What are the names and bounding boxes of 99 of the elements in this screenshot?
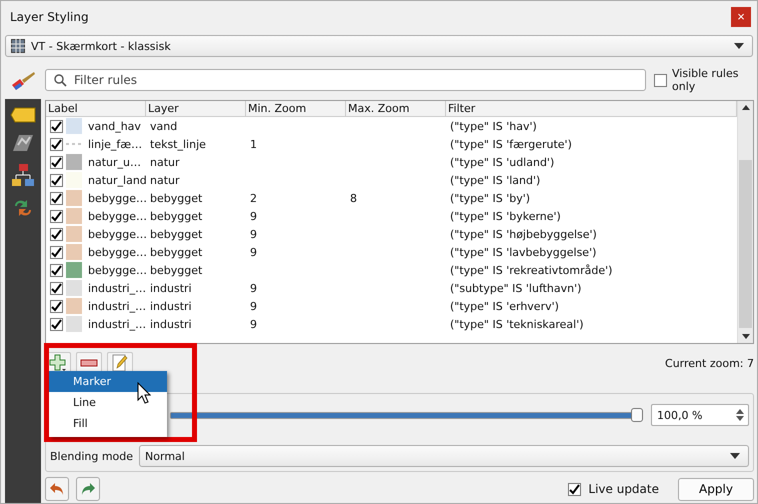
table-cell-text: bebygget	[149, 210, 204, 222]
table-cell: industri_…	[88, 300, 146, 312]
checkbox[interactable]	[654, 74, 667, 86]
checkbox[interactable]	[50, 138, 63, 150]
redo-button[interactable]	[76, 477, 100, 501]
column-header[interactable]: Max. Zoom	[346, 101, 446, 116]
table-cell-text: bebygget	[149, 228, 204, 240]
table-cell: linje_fæ…	[88, 138, 142, 150]
table-cell: natur_u…	[88, 156, 141, 168]
up-arrow-icon[interactable]	[742, 105, 750, 110]
checkbox[interactable]	[50, 210, 63, 222]
label-icon[interactable]	[10, 107, 36, 123]
table-cell-text: ("type" IS 'hav')	[449, 120, 538, 132]
menu-item[interactable]: Fill	[49, 413, 167, 434]
undo-button[interactable]	[45, 477, 69, 501]
table-cell: 9	[250, 246, 257, 258]
table-cell: 9	[250, 300, 257, 312]
checkbox[interactable]	[50, 264, 63, 276]
plus-icon	[49, 354, 67, 372]
table-cell: 9	[250, 228, 257, 240]
table-cell-text: bebygget	[149, 192, 204, 204]
caret-icon	[730, 453, 740, 459]
caret-icon	[734, 43, 744, 49]
table-cell-text: bebygget	[149, 246, 204, 258]
table-cell: 9	[250, 318, 257, 330]
table-cell-text: ("type" IS 'bykerne')	[449, 210, 562, 222]
checkbox[interactable]	[50, 228, 63, 240]
table-cell-text: natur	[149, 174, 181, 186]
blending-mode-select[interactable]: Normal	[139, 445, 749, 467]
hierarchy-icon[interactable]	[11, 163, 35, 187]
down-arrow-icon[interactable]	[742, 334, 750, 339]
filter-input[interactable]: Filter rules	[74, 71, 637, 89]
table-cell: vand_hav	[88, 120, 141, 132]
close-button[interactable]: ×	[731, 7, 751, 27]
table-cell-text: industri	[149, 318, 193, 330]
column-header[interactable]: Min. Zoom	[246, 101, 346, 116]
filter-field[interactable]: Filter rules	[45, 69, 646, 91]
paintbrush-icon[interactable]	[10, 71, 36, 93]
column-header[interactable]: Label	[46, 101, 146, 116]
menu-item[interactable]: Marker	[49, 371, 167, 392]
pencil-icon	[112, 354, 128, 372]
table-cell-text: bebygget	[149, 264, 204, 276]
table-cell: 2	[250, 192, 257, 204]
table-cell-text: industri	[149, 282, 193, 294]
table-cell-text: ("type" IS 'lavbebyggelse')	[449, 246, 598, 258]
table-cell: 8	[350, 192, 357, 204]
menu-item[interactable]: Line	[49, 392, 167, 413]
table-cell: bebygge…	[88, 192, 147, 204]
table-cell-text: ("type" IS 'højbebyggelse')	[449, 228, 598, 240]
checkbox[interactable]	[50, 192, 63, 204]
table-cell-text: ("type" IS 'land')	[449, 174, 542, 186]
blending-mode-label: Blending mode	[50, 450, 134, 462]
checkbox-label: Live update	[588, 482, 659, 496]
search-icon	[54, 74, 67, 86]
table-cell-text: industri	[149, 300, 193, 312]
table-cell-text: ("type" IS 'rekreativtområde')	[449, 264, 614, 276]
table-cell: bebygge…	[88, 228, 147, 240]
table-cell: bebygge…	[88, 246, 147, 258]
table-cell: natur_land	[88, 174, 147, 186]
table-cell: industri_…	[88, 282, 146, 294]
table-cell: 9	[250, 282, 257, 294]
checkbox[interactable]	[50, 246, 63, 258]
spin-arrows-icon[interactable]	[736, 409, 744, 421]
checkbox[interactable]	[50, 120, 63, 132]
table-cell-text: vand	[149, 120, 178, 132]
table-cell-text: ("type" IS 'erhverv')	[449, 300, 560, 312]
grid-icon	[11, 39, 25, 53]
diagram-icon[interactable]	[10, 133, 36, 153]
table-cell-text: tekst_linje	[149, 138, 207, 150]
table-cell-text: ("type" IS 'tekniskareal')	[449, 318, 585, 330]
table-cell-text: natur	[149, 156, 181, 168]
column-header[interactable]: Layer	[146, 101, 246, 116]
checkbox[interactable]	[50, 174, 63, 186]
table-cell: 1	[250, 138, 257, 150]
checkbox[interactable]	[568, 482, 582, 496]
table-cell: 9	[250, 210, 257, 222]
checkbox[interactable]	[50, 300, 63, 312]
table-cell-text: ("type" IS 'udland')	[449, 156, 556, 168]
checkbox[interactable]	[50, 282, 63, 294]
layer-select[interactable]: VT - Skærmkort - klassisk	[5, 35, 753, 57]
undo-arrow-icon	[49, 482, 65, 496]
minus-icon	[80, 359, 98, 367]
checkbox[interactable]	[50, 156, 63, 168]
table-cell: bebygge…	[88, 264, 147, 276]
apply-button[interactable]: Apply	[678, 478, 754, 500]
table-cell-text: ("type" IS 'by')	[449, 192, 532, 204]
window-title: Layer Styling	[10, 10, 90, 24]
opacity-slider[interactable]	[170, 408, 643, 422]
table-cell-text: ("type" IS 'færgerute')	[449, 138, 573, 150]
current-zoom-text: Current zoom: 7	[665, 356, 754, 370]
checkbox[interactable]	[50, 318, 63, 330]
opacity-spinbox[interactable]: 100,0 %	[651, 404, 749, 426]
table-cell: industri_…	[88, 318, 146, 330]
mouse-cursor-icon	[137, 382, 151, 404]
table-cell: bebygge…	[88, 210, 147, 222]
redo-arrow-icon	[80, 482, 96, 496]
table-cell-text: ("subtype" IS 'lufthavn')	[449, 282, 582, 294]
scrollbar[interactable]	[737, 101, 753, 343]
checkbox-label: Visible rules only	[672, 67, 740, 93]
